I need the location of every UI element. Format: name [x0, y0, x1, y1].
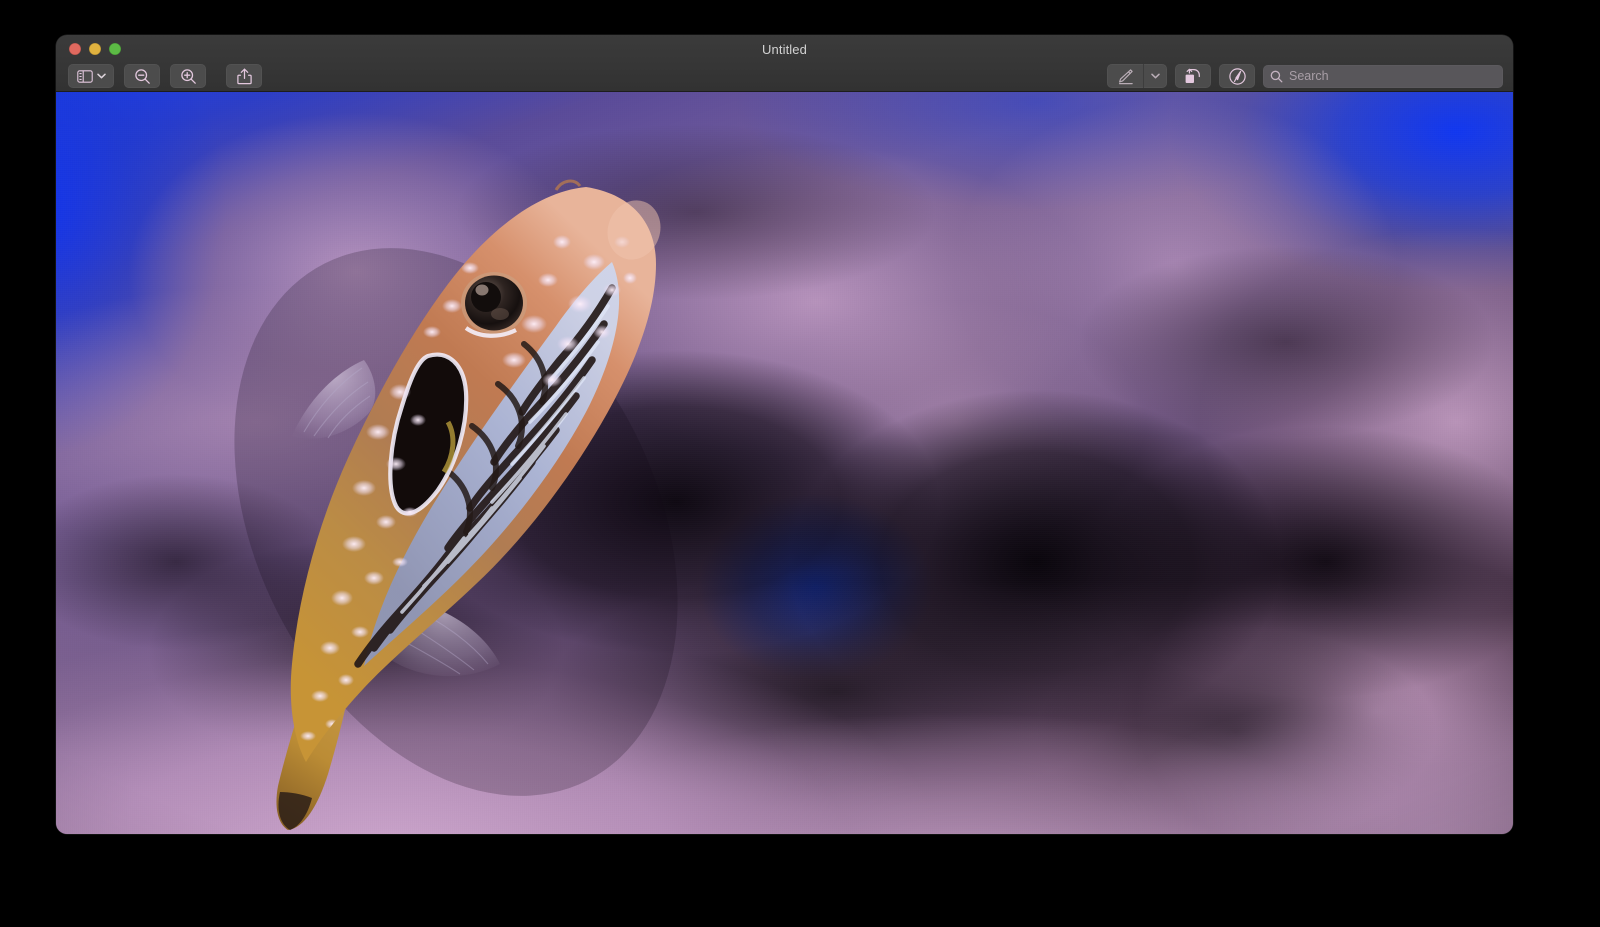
preview-window: Untitled: [56, 35, 1513, 834]
share-button[interactable]: [226, 64, 262, 88]
rotate-button[interactable]: [1175, 64, 1211, 88]
annotate-button[interactable]: [1219, 64, 1255, 88]
markup-control[interactable]: [1107, 64, 1167, 88]
close-button[interactable]: [69, 43, 81, 55]
sidebar-toggle-button[interactable]: [68, 64, 114, 88]
zoom-in-icon: [180, 68, 197, 85]
markup-button[interactable]: [1107, 64, 1143, 88]
window-titlebar: Untitled: [56, 35, 1513, 92]
pufferfish-subject: [56, 92, 1513, 834]
toolbar-right-group: Search: [1107, 64, 1503, 88]
zoom-out-button[interactable]: [124, 64, 160, 88]
rotate-icon: [1184, 68, 1202, 85]
markup-dropdown-button[interactable]: [1143, 64, 1167, 88]
search-placeholder: Search: [1289, 69, 1329, 83]
search-icon: [1270, 70, 1283, 83]
annotate-icon: [1228, 67, 1247, 86]
sidebar-icon: [77, 70, 93, 83]
share-icon: [237, 68, 252, 85]
toolbar-left-group: [68, 64, 262, 88]
window-title: Untitled: [56, 42, 1513, 57]
chevron-down-icon: [97, 73, 106, 79]
chevron-down-icon: [1151, 73, 1160, 79]
zoom-in-button[interactable]: [170, 64, 206, 88]
minimize-button[interactable]: [89, 43, 101, 55]
traffic-light-group: [69, 43, 121, 55]
search-field[interactable]: Search: [1263, 65, 1503, 88]
zoom-out-icon: [134, 68, 151, 85]
maximize-button[interactable]: [109, 43, 121, 55]
image-canvas[interactable]: [56, 92, 1513, 834]
markup-pen-icon: [1117, 68, 1134, 85]
